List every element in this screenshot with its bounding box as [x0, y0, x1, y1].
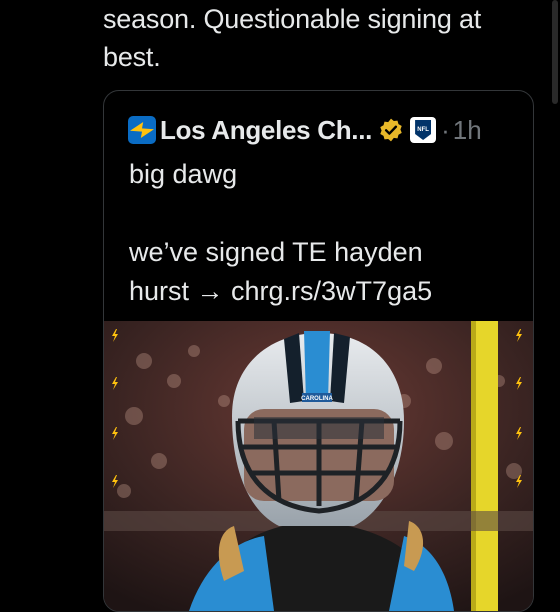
nfl-affiliate-badge[interactable]: NFL: [410, 117, 437, 143]
helmet-text: CAROLINA: [301, 396, 333, 402]
scrollbar[interactable]: [552, 0, 558, 104]
quoted-tweet-text: big dawg we’ve signed TE hayden hurst → …: [129, 159, 433, 306]
chargers-logo-icon[interactable]: [128, 116, 156, 144]
quoted-tweet-photo[interactable]: CAROLINA: [104, 321, 533, 611]
quoted-account-name[interactable]: Los Angeles Ch...: [160, 115, 372, 146]
quoted-tweet-time[interactable]: 1h: [453, 115, 482, 146]
quoted-tweet-card[interactable]: Los Angeles Ch... NFL · 1h big dawg we’v…: [103, 90, 534, 612]
separator-dot: ·: [441, 114, 450, 145]
nfl-shield-icon: NFL: [415, 120, 432, 140]
verified-gold-icon: [380, 118, 402, 142]
tweet-text: season. Questionable signing at best.: [103, 4, 482, 72]
quoted-tweet-header: Los Angeles Ch... NFL · 1h: [128, 113, 482, 147]
